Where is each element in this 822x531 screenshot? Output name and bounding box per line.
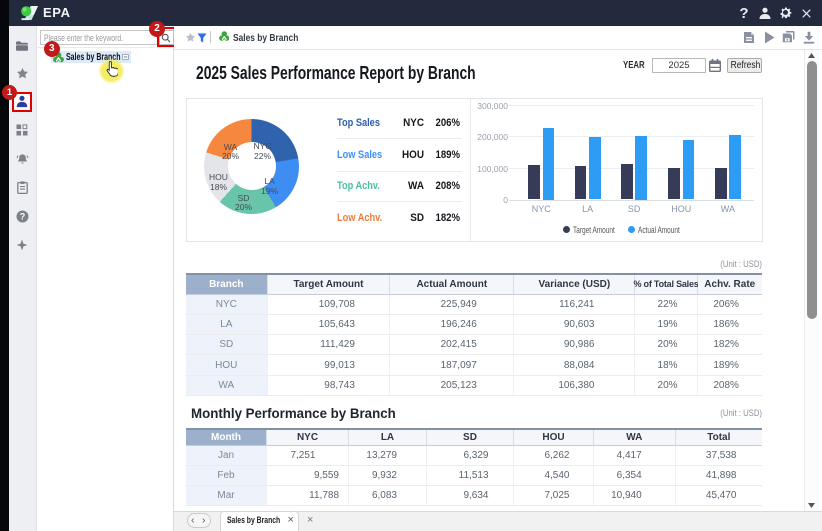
svg-text:?: ? xyxy=(19,211,25,221)
